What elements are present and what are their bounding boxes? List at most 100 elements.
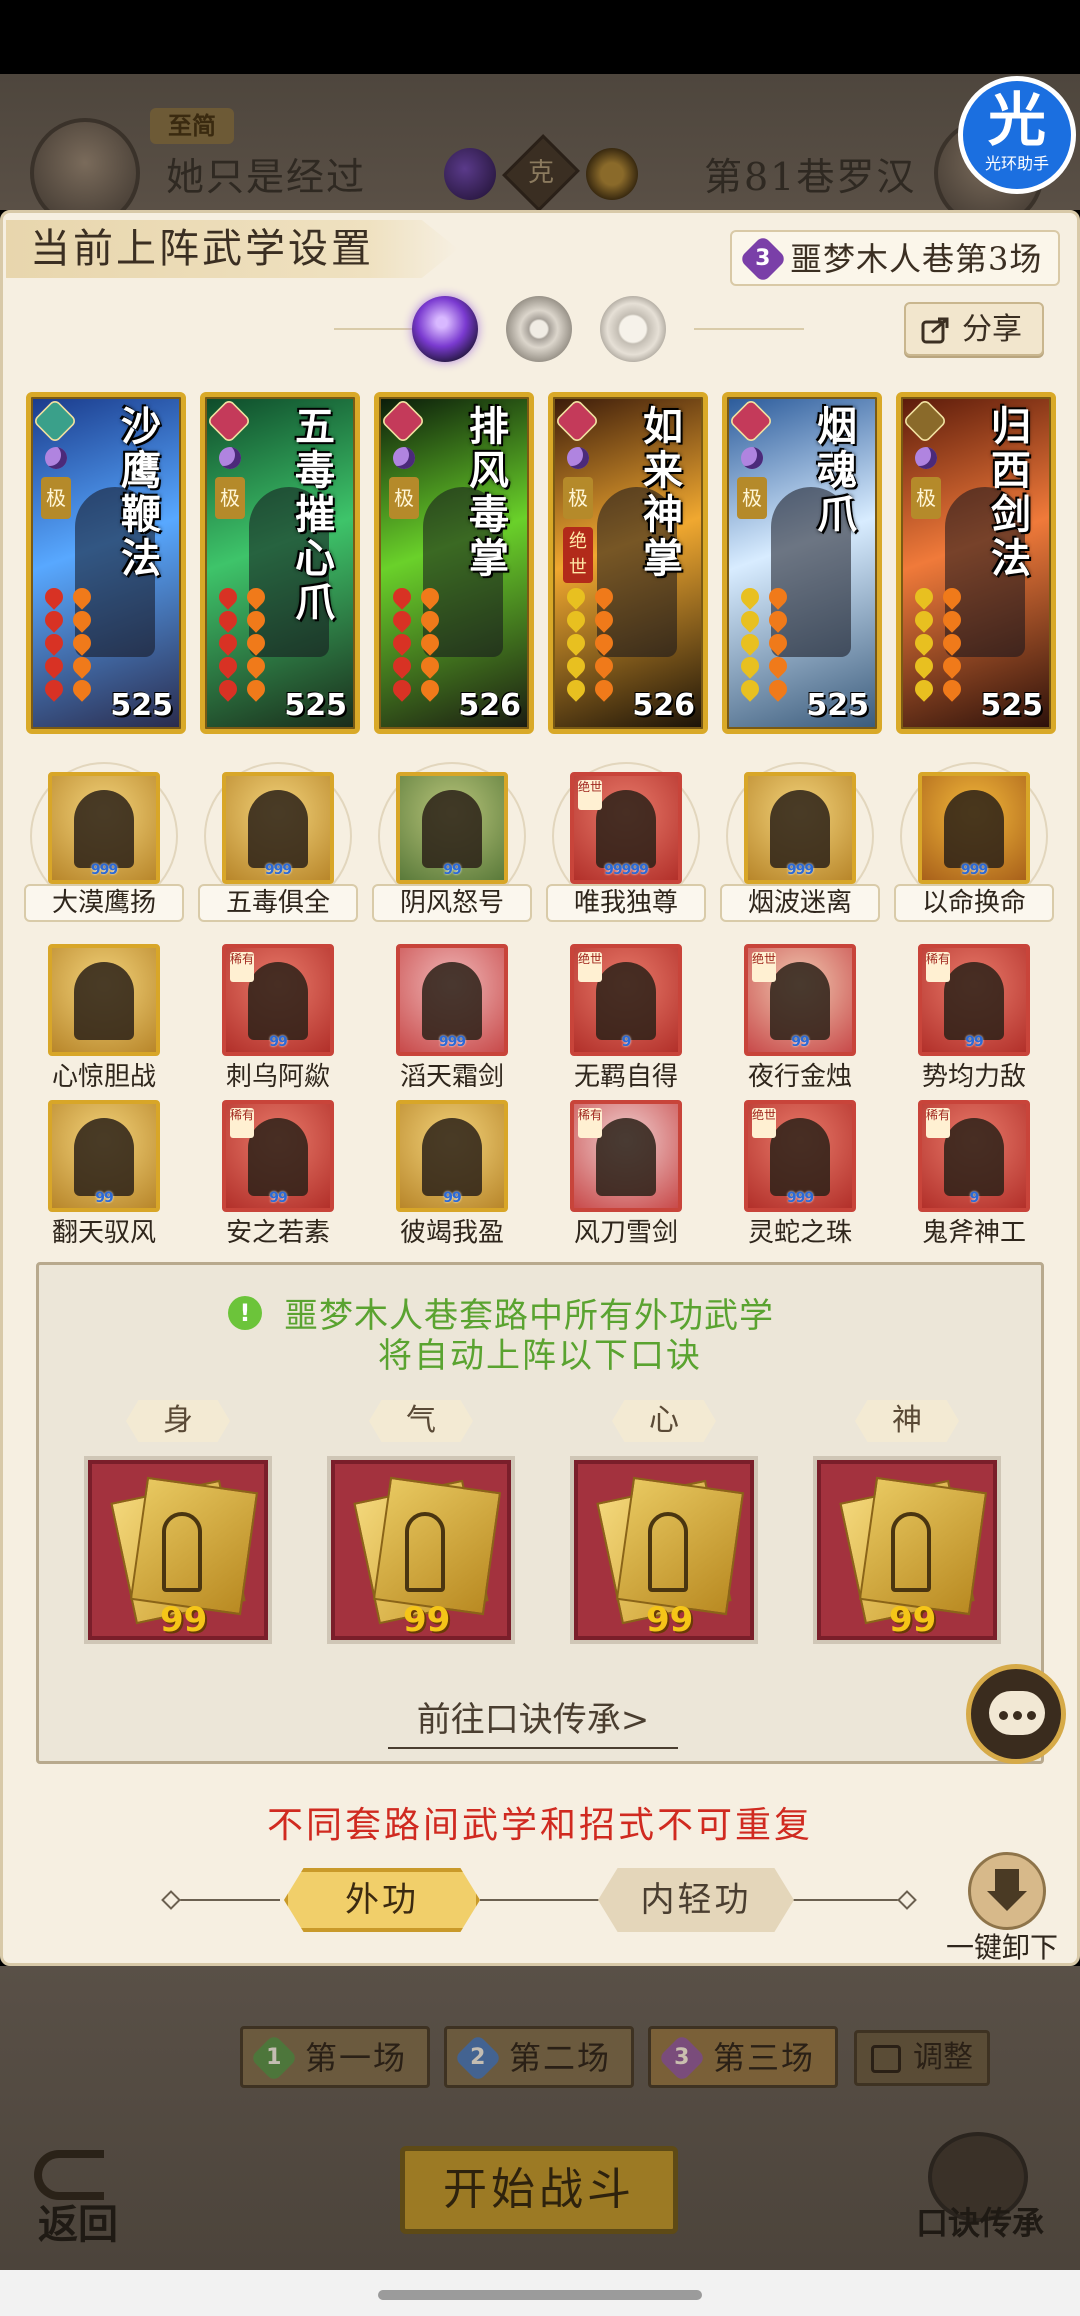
- move-icon[interactable]: [48, 944, 160, 1056]
- skill-card[interactable]: 极 烟魂爪 525: [722, 392, 882, 734]
- move-figure: [770, 790, 830, 868]
- move-figure: [944, 790, 1004, 868]
- pip-icon: [389, 653, 415, 679]
- move-icon[interactable]: 绝世 99: [744, 944, 856, 1056]
- move-icon[interactable]: 稀有 9: [918, 1100, 1030, 1212]
- skill-card[interactable]: 极 沙鹰鞭法 525: [26, 392, 186, 734]
- pip-icon: [389, 676, 415, 702]
- player-name: 她只是经过: [166, 155, 367, 199]
- move-label: 刺乌阿歘: [225, 1062, 330, 1092]
- move-label: 夜行金烛: [747, 1062, 852, 1092]
- school-emblem-icon: [902, 398, 948, 444]
- tab-line-right: [790, 1899, 900, 1901]
- start-battle-button[interactable]: 开始战斗: [400, 2146, 678, 2234]
- tab-external[interactable]: 外功: [284, 1868, 480, 1932]
- move-icon[interactable]: 999: [222, 772, 334, 884]
- round-button[interactable]: 3 第三场: [648, 2026, 838, 2088]
- move-icon[interactable]: 绝世 99999: [570, 772, 682, 884]
- pip-icon: [737, 676, 763, 702]
- counter-label: 克: [527, 158, 554, 188]
- flame-icon: [765, 653, 791, 679]
- skill-power: 526: [632, 688, 695, 723]
- helper-app-icon[interactable]: 光 光环助手: [958, 76, 1076, 194]
- skill-card[interactable]: 极 归西剑法 525: [896, 392, 1056, 734]
- move-icon[interactable]: 稀有 99: [918, 944, 1030, 1056]
- home-indicator[interactable]: [378, 2290, 702, 2300]
- pip-icon: [911, 653, 937, 679]
- flame-icon: [417, 676, 443, 702]
- element-sun-orb[interactable]: [506, 296, 572, 362]
- formula-slot-label: 神: [855, 1400, 959, 1442]
- flame-icon: [591, 676, 617, 702]
- tab-line-left: [170, 1899, 280, 1901]
- formula-card[interactable]: 99: [327, 1456, 515, 1644]
- skill-card[interactable]: 极 排风毒掌 526: [374, 392, 534, 734]
- flame-icon: [939, 653, 965, 679]
- moon-element-icon: [45, 447, 67, 469]
- flame-icon: [939, 607, 965, 633]
- move-icon[interactable]: 绝世 9: [570, 944, 682, 1056]
- element-moon-orb[interactable]: [412, 296, 478, 362]
- goto-formula-inherit-link[interactable]: 前往口诀传承>: [388, 1692, 678, 1749]
- opponent-element-orb: [586, 148, 638, 200]
- pip-icon: [563, 630, 589, 656]
- skill-card[interactable]: 极 五毒摧心爪 525: [200, 392, 360, 734]
- formula-card[interactable]: 99: [813, 1456, 1001, 1644]
- formula-card[interactable]: 99: [570, 1456, 758, 1644]
- rarity-tag: 绝世: [578, 780, 602, 810]
- formula-slot-label: 气: [369, 1400, 473, 1442]
- pip-icon: [41, 607, 67, 633]
- selector-divider-right: [694, 328, 804, 330]
- move-level: 99: [965, 1034, 983, 1050]
- school-emblem-icon: [206, 398, 252, 444]
- share-button[interactable]: 分享: [904, 302, 1044, 356]
- skill-name: 烟魂爪: [817, 403, 857, 538]
- round-button[interactable]: 2 第二场: [444, 2026, 634, 2088]
- move-label: 大漠鹰扬: [24, 884, 184, 922]
- move-icon[interactable]: 稀有 99: [222, 944, 334, 1056]
- move-icon[interactable]: 999: [918, 772, 1030, 884]
- move-label: 心惊胆战: [51, 1062, 156, 1092]
- adjust-button[interactable]: 调整: [854, 2030, 990, 2086]
- pip-icon: [215, 676, 241, 702]
- pip-icon: [389, 630, 415, 656]
- element-ring-orb[interactable]: [600, 296, 666, 362]
- flame-icon: [243, 676, 269, 702]
- tier-badge: 极: [41, 477, 71, 519]
- flame-icon: [243, 630, 269, 656]
- move-icon[interactable]: 999: [48, 772, 160, 884]
- flame-icon: [69, 653, 95, 679]
- move-icon[interactable]: 999: [744, 772, 856, 884]
- skill-card[interactable]: 极绝世 如来神掌 526: [548, 392, 708, 734]
- move-level: 999: [90, 862, 118, 878]
- skill-name: 沙鹰鞭法: [121, 403, 161, 582]
- move-icon[interactable]: 999: [396, 944, 508, 1056]
- round-number-badge: 1: [249, 2033, 299, 2083]
- flame-icon: [765, 676, 791, 702]
- move-icon[interactable]: 99: [48, 1100, 160, 1212]
- move-icon[interactable]: 稀有: [570, 1100, 682, 1212]
- selector-divider-left: [334, 328, 414, 330]
- move-level: 99: [443, 1190, 461, 1206]
- moon-element-icon: [393, 447, 415, 469]
- chat-button[interactable]: [966, 1664, 1066, 1764]
- pip-icon: [737, 653, 763, 679]
- move-icon[interactable]: 稀有 99: [222, 1100, 334, 1212]
- move-icon[interactable]: 99: [396, 1100, 508, 1212]
- flame-icon: [591, 630, 617, 656]
- moon-element-icon: [219, 447, 241, 469]
- tab-internal-light[interactable]: 内轻功: [598, 1868, 794, 1932]
- move-icon[interactable]: 99: [396, 772, 508, 884]
- status-bar: [0, 0, 1080, 74]
- formula-card[interactable]: 99: [84, 1456, 272, 1644]
- notice-line-2: 将自动上阵以下口诀: [378, 1336, 702, 1376]
- skill-power: 525: [284, 688, 347, 723]
- move-level: 99: [443, 862, 461, 878]
- down-arrow-icon: [995, 1869, 1019, 1893]
- unload-all-label: 一键卸下: [946, 1931, 1059, 1964]
- flame-icon: [765, 607, 791, 633]
- flame-icon: [417, 584, 443, 610]
- unload-all-button[interactable]: [968, 1852, 1046, 1930]
- round-button[interactable]: 1 第一场: [240, 2026, 430, 2088]
- move-icon[interactable]: 绝世 999: [744, 1100, 856, 1212]
